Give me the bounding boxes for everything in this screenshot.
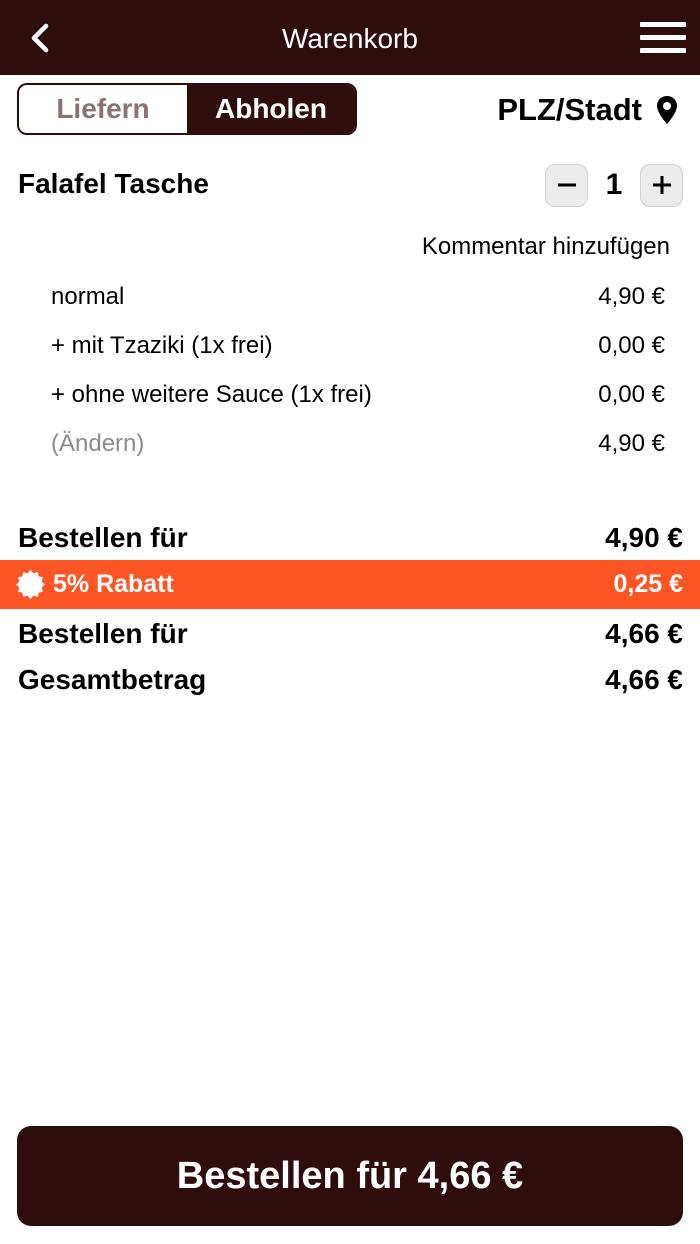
delivery-mode-toggle: Liefern Abholen [17,83,357,135]
quantity-value: 1 [605,168,623,201]
subtotal-value: 4,90 € [605,522,683,553]
total-value: 4,66 € [605,664,683,695]
discount-label: 5% Rabatt [53,570,174,598]
place-order-button[interactable]: Bestellen für 4,66 € [17,1126,683,1226]
discounted-subtotal-label: Bestellen für [18,618,188,649]
discount-banner: 5% Rabatt 0,25 € [0,560,700,609]
option-row: + ohne weitere Sauce (1x frei) 0,00 € [51,379,665,411]
total-label: Gesamtbetrag [18,664,207,695]
plus-icon [652,176,671,194]
page-title: Warenkorb [282,23,418,54]
option-price: 0,00 € [598,381,665,408]
change-row: (Ändern) 4,90 € [51,428,665,460]
cart-item-name: Falafel Tasche [18,168,209,199]
option-row: normal 4,90 € [51,281,665,313]
option-label: + mit Tzaziki (1x frei) [51,332,273,359]
minus-icon [557,183,576,187]
option-label: + ohne weitere Sauce (1x frei) [51,381,372,408]
subtotal-row: Bestellen für 4,90 € [18,520,683,556]
discount-value: 0,25 € [613,570,683,598]
badge-star-icon [16,570,45,599]
location-selector[interactable]: PLZ/Stadt [497,90,678,130]
tab-liefern[interactable]: Liefern [19,85,187,133]
option-price: 0,00 € [598,332,665,359]
chevron-left-icon [31,23,49,53]
hamburger-menu-icon [640,22,686,27]
option-row: + mit Tzaziki (1x frei) 0,00 € [51,330,665,362]
discounted-subtotal-row: Bestellen für 4,66 € [18,616,683,652]
option-label: normal [51,283,125,310]
total-row: Gesamtbetrag 4,66 € [18,662,683,698]
increase-quantity-button[interactable] [640,163,683,207]
decrease-quantity-button[interactable] [545,163,588,207]
change-options-link[interactable]: (Ändern) [51,430,144,458]
map-pin-icon [657,96,677,124]
subtotal-label: Bestellen für [18,522,188,553]
quantity-stepper: 1 [545,163,683,207]
tab-abholen[interactable]: Abholen [187,85,355,133]
menu-button[interactable] [640,20,686,56]
back-button[interactable] [20,18,60,58]
item-total-price: 4,90 € [598,430,665,457]
add-comment-link[interactable]: Kommentar hinzufügen [422,233,670,261]
location-label: PLZ/Stadt [497,92,642,127]
option-price: 4,90 € [598,283,665,310]
top-bar: Warenkorb [0,0,700,75]
discounted-subtotal-value: 4,66 € [605,618,683,649]
